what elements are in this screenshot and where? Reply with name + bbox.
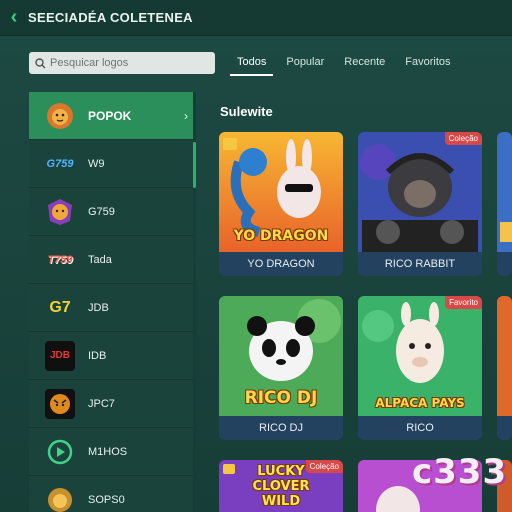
provider-sidebar: POPOK › G759 W9 G759 T759 Tada G7 JDB JD… [29, 92, 196, 512]
sidebar-item-label: IDB [88, 349, 107, 362]
sidebar-item-g759[interactable]: G759 [29, 188, 196, 236]
search-icon [35, 57, 46, 68]
sidebar-item-jdb[interactable]: G7 JDB [29, 284, 196, 332]
card-caption [497, 252, 512, 276]
lion-small-icon [45, 485, 75, 512]
game-card-rico-rabbit[interactable]: Coleção RICO RABBIT [358, 132, 482, 276]
card-caption: YO DRAGON [219, 252, 343, 276]
sidebar-scrollbar-thumb[interactable] [193, 142, 196, 188]
sidebar-item-w9[interactable]: G759 W9 [29, 140, 196, 188]
g7-logo-icon: G7 [49, 298, 71, 316]
tab-todos[interactable]: Todos [230, 52, 274, 76]
favorite-badge: Favorito [445, 296, 482, 309]
chevron-left-icon: ‹ [10, 6, 18, 28]
game-artwork [497, 296, 512, 416]
sidebar-item-label: SOPS0 [88, 493, 125, 506]
play-circle-icon [45, 437, 75, 467]
sidebar-item-label: M1HOS [88, 445, 128, 458]
app-header: ‹ SEECIADÉA COLETENEA [0, 0, 512, 36]
sidebar-item-popok[interactable]: POPOK › [29, 92, 196, 140]
search-input[interactable] [50, 57, 210, 69]
t759-logo-icon: T759 [47, 253, 73, 266]
sidebar-item-label: POPOK [88, 108, 132, 123]
filter-tabs: Todos Popular Recente Favoritos [230, 52, 464, 76]
tab-popular[interactable]: Popular [279, 52, 331, 76]
game-card-partial-2[interactable] [497, 296, 512, 440]
game-card-lucky-clover[interactable]: Coleção LUCKY CLOVER WILD [219, 460, 343, 512]
sidebar-item-jpc7[interactable]: JPC7 [29, 380, 196, 428]
gorilla-dj-artwork [358, 132, 482, 252]
game-artwork [497, 132, 512, 252]
tiger-icon [45, 388, 75, 419]
game-card-rico[interactable]: Favorito ALPACA PAYS RICO [358, 296, 482, 440]
sidebar-item-label: W9 [88, 157, 105, 170]
sidebar-item-label: G759 [88, 205, 115, 218]
search-box[interactable] [29, 52, 215, 74]
tab-favoritos[interactable]: Favoritos [398, 52, 457, 76]
card-art-title: RICO DJ [244, 388, 318, 408]
section-title: Sulewite [220, 104, 273, 119]
sidebar-item-label: Tada [88, 253, 112, 266]
g759-logo-icon: G759 [46, 157, 74, 170]
sidebar-item-sops0[interactable]: SOPS0 [29, 476, 196, 512]
card-caption [497, 416, 512, 440]
collection-badge: Coleção [444, 132, 482, 145]
jdb-logo-icon: JDB [45, 340, 75, 371]
card-art-title: YO DRAGON [233, 228, 329, 244]
sidebar-item-m1hos[interactable]: M1HOS [29, 428, 196, 476]
card-art-title: ALPACA PAYS [375, 396, 465, 410]
game-card-partial-1[interactable] [497, 132, 512, 276]
card-caption: RICO RABBIT [358, 252, 482, 276]
sidebar-item-label: JDB [88, 301, 109, 314]
card-caption: RICO DJ [219, 416, 343, 440]
watermark-logo: c333 [412, 452, 508, 492]
back-button[interactable]: ‹ [0, 0, 28, 36]
game-card-yo-dragon[interactable]: YO DRAGON YO DRAGON [219, 132, 343, 276]
card-art-title: LUCKY CLOVER WILD [252, 464, 310, 509]
sidebar-item-tada[interactable]: T759 Tada [29, 236, 196, 284]
sidebar-item-label: JPC7 [88, 397, 115, 410]
chevron-right-icon: › [184, 108, 188, 123]
page-title: SEECIADÉA COLETENEA [28, 10, 193, 25]
tab-recente[interactable]: Recente [337, 52, 392, 76]
lion-icon [45, 101, 75, 131]
sidebar-item-idb[interactable]: JDB IDB [29, 332, 196, 380]
lion-badge-icon [45, 197, 75, 227]
card-caption: RICO [358, 416, 482, 440]
game-card-rico-dj[interactable]: RICO DJ RICO DJ [219, 296, 343, 440]
